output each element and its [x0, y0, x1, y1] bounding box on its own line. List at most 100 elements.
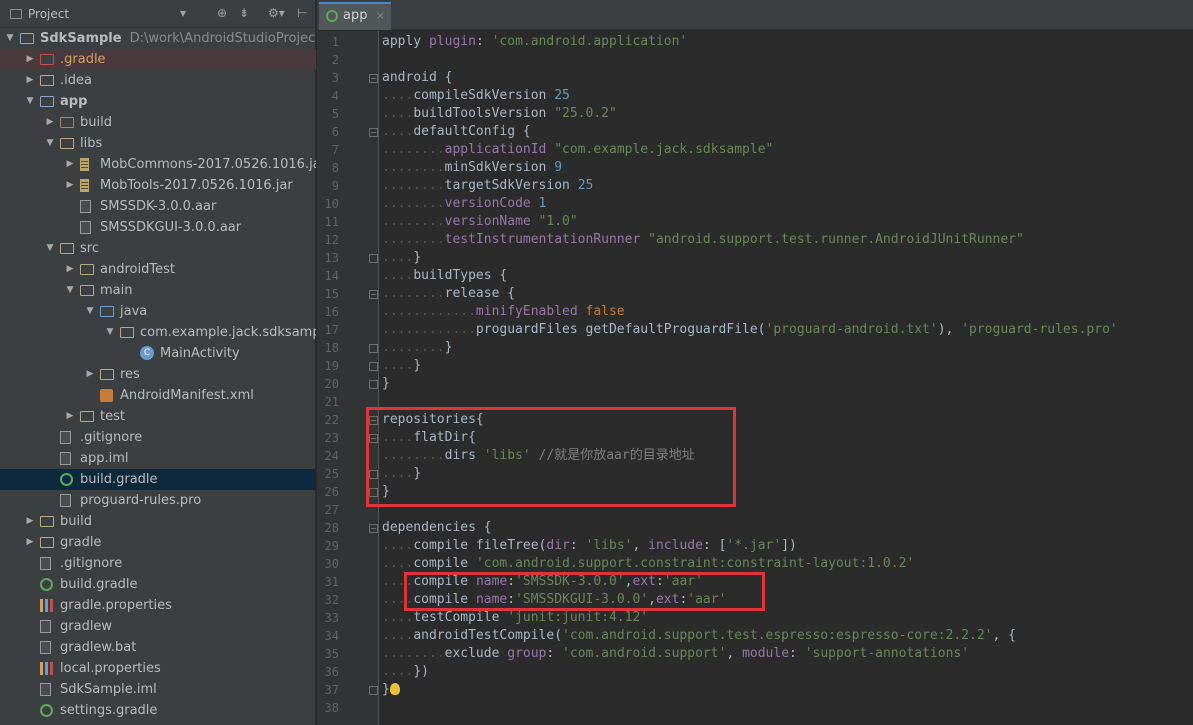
- code-line[interactable]: ....}): [382, 663, 429, 681]
- tree-item[interactable]: ▼ src: [0, 238, 316, 259]
- code-line[interactable]: dependencies {: [382, 519, 492, 537]
- tree-item[interactable]: ▶ test: [0, 406, 316, 427]
- collapse-arrow-icon[interactable]: ▶: [44, 112, 56, 133]
- tree-item[interactable]: SdkSample.iml: [0, 679, 316, 700]
- tree-item[interactable]: build.gradle: [0, 574, 316, 595]
- code-line[interactable]: ....compile 'com.android.support.constra…: [382, 555, 914, 573]
- project-view-selector[interactable]: Project: [28, 7, 69, 21]
- code-line[interactable]: ........targetSdkVersion 25: [382, 177, 593, 195]
- tree-item[interactable]: ▶ build: [0, 511, 316, 532]
- code-line[interactable]: ....buildTypes {: [382, 267, 507, 285]
- tree-item[interactable]: gradlew.bat: [0, 637, 316, 658]
- tree-item[interactable]: SMSSDK-3.0.0.aar: [0, 196, 316, 217]
- expand-arrow-icon[interactable]: ▼: [44, 238, 56, 259]
- code-line[interactable]: android {: [382, 69, 452, 87]
- code-line[interactable]: }: [382, 375, 390, 393]
- collapse-arrow-icon[interactable]: ▶: [64, 259, 76, 280]
- fold-marker-icon[interactable]: [369, 380, 378, 389]
- expand-arrow-icon[interactable]: ▼: [84, 301, 96, 322]
- tree-item[interactable]: ▶ MobCommons-2017.0526.1016.jar: [0, 154, 316, 175]
- tree-item[interactable]: ▶ androidTest: [0, 259, 316, 280]
- code-line[interactable]: ........testInstrumentationRunner "andro…: [382, 231, 1024, 249]
- collapse-icon[interactable]: ⇟: [239, 6, 249, 20]
- collapse-arrow-icon[interactable]: ▶: [24, 511, 36, 532]
- fold-marker-icon[interactable]: −: [369, 128, 378, 137]
- code-line[interactable]: ....}: [382, 249, 421, 267]
- fold-marker-icon[interactable]: [369, 344, 378, 353]
- fold-marker-icon[interactable]: [369, 254, 378, 263]
- code-line[interactable]: ........versionCode 1: [382, 195, 546, 213]
- collapse-arrow-icon[interactable]: ▶: [64, 175, 76, 196]
- tree-item[interactable]: .gitignore: [0, 427, 316, 448]
- tree-item[interactable]: gradle.properties: [0, 595, 316, 616]
- tree-item[interactable]: ▼ com.example.jack.sdksample: [0, 322, 316, 343]
- tree-item[interactable]: .gitignore: [0, 553, 316, 574]
- tree-item[interactable]: ▼ app: [0, 91, 316, 112]
- tree-item[interactable]: C MainActivity: [0, 343, 316, 364]
- code-line[interactable]: ....defaultConfig {: [382, 123, 531, 141]
- fold-marker-icon[interactable]: [369, 686, 378, 695]
- crosshair-icon[interactable]: ⊕: [217, 6, 227, 20]
- code-line[interactable]: ....compileSdkVersion 25: [382, 87, 570, 105]
- code-line[interactable]: ....}: [382, 357, 421, 375]
- close-icon[interactable]: ×: [376, 4, 385, 28]
- expand-arrow-icon[interactable]: ▼: [64, 280, 76, 301]
- collapse-arrow-icon[interactable]: ▶: [64, 154, 76, 175]
- expand-arrow-icon[interactable]: ▼: [4, 28, 16, 49]
- code-line[interactable]: ............proguardFiles getDefaultProg…: [382, 321, 1118, 339]
- line-number-gutter[interactable]: 1 2 3 4 5 6 7 8 9 10 11 12 13 14 15 16 17 18 19 20 21 22 23 24 2…: [317, 31, 379, 725]
- code-line[interactable]: ........minSdkVersion 9: [382, 159, 562, 177]
- tree-item[interactable]: ▼ java: [0, 301, 316, 322]
- expand-arrow-icon[interactable]: ▼: [24, 91, 36, 112]
- code-line[interactable]: ............minifyEnabled false: [382, 303, 625, 321]
- tree-item[interactable]: ▶ .gradle: [0, 49, 316, 70]
- tree-item[interactable]: ▼ main: [0, 280, 316, 301]
- tree-item[interactable]: gradlew: [0, 616, 316, 637]
- tree-item[interactable]: ▶ res: [0, 364, 316, 385]
- collapse-arrow-icon[interactable]: ▶: [64, 406, 76, 427]
- tree-item[interactable]: local.properties: [0, 658, 316, 679]
- folder-icon: [80, 285, 94, 296]
- fold-marker-icon[interactable]: −: [369, 290, 378, 299]
- tree-item[interactable]: app.iml: [0, 448, 316, 469]
- tree-item[interactable]: ▶ .idea: [0, 70, 316, 91]
- hide-icon[interactable]: ⊢: [297, 6, 307, 20]
- tree-item[interactable]: build.gradle: [0, 469, 316, 490]
- code-line[interactable]: ....testCompile 'junit:junit:4.12': [382, 609, 648, 627]
- chevron-down-icon[interactable]: ▾: [180, 6, 186, 20]
- tree-item[interactable]: ▶ build: [0, 112, 316, 133]
- tree-item[interactable]: ▼ libs: [0, 133, 316, 154]
- tree-item[interactable]: proguard-rules.pro: [0, 490, 316, 511]
- code-line[interactable]: ........}: [382, 339, 452, 357]
- fold-marker-icon[interactable]: −: [369, 524, 378, 533]
- code-line[interactable]: ........release {: [382, 285, 515, 303]
- expand-arrow-icon[interactable]: ▼: [104, 322, 116, 343]
- tree-item[interactable]: ▶ gradle: [0, 532, 316, 553]
- expand-arrow-icon[interactable]: ▼: [44, 133, 56, 154]
- tree-item-label: AndroidManifest.xml: [120, 388, 254, 403]
- code-line[interactable]: ........applicationId "com.example.jack.…: [382, 141, 773, 159]
- project-view-icon[interactable]: [10, 8, 22, 19]
- code-line[interactable]: ........exclude group: 'com.android.supp…: [382, 645, 969, 663]
- tree-item[interactable]: ▼ SdkSampleD:\work\AndroidStudioProjects\…: [0, 28, 316, 49]
- collapse-arrow-icon[interactable]: ▶: [24, 49, 36, 70]
- tree-item[interactable]: settings.gradle: [0, 700, 316, 721]
- code-line[interactable]: apply plugin: 'com.android.application': [382, 33, 687, 51]
- code-line[interactable]: ....androidTestCompile('com.android.supp…: [382, 627, 1016, 645]
- lightbulb-icon[interactable]: [390, 683, 400, 695]
- tree-item[interactable]: ▶ MobTools-2017.0526.1016.jar: [0, 175, 316, 196]
- fold-marker-icon[interactable]: −: [369, 74, 378, 83]
- collapse-arrow-icon[interactable]: ▶: [24, 532, 36, 553]
- tree-item[interactable]: SMSSDKGUI-3.0.0.aar: [0, 217, 316, 238]
- code-line[interactable]: ....buildToolsVersion "25.0.2": [382, 105, 617, 123]
- folder-icon: [40, 537, 54, 548]
- code-line[interactable]: ........versionName "1.0": [382, 213, 578, 231]
- gear-icon[interactable]: ⚙▾: [268, 6, 285, 20]
- code-line[interactable]: ....compile fileTree(dir: 'libs', includ…: [382, 537, 797, 555]
- fold-marker-icon[interactable]: [369, 362, 378, 371]
- tab-app[interactable]: app ×: [319, 2, 391, 30]
- code-line[interactable]: }: [382, 681, 390, 699]
- collapse-arrow-icon[interactable]: ▶: [84, 364, 96, 385]
- tree-item[interactable]: AndroidManifest.xml: [0, 385, 316, 406]
- collapse-arrow-icon[interactable]: ▶: [24, 70, 36, 91]
